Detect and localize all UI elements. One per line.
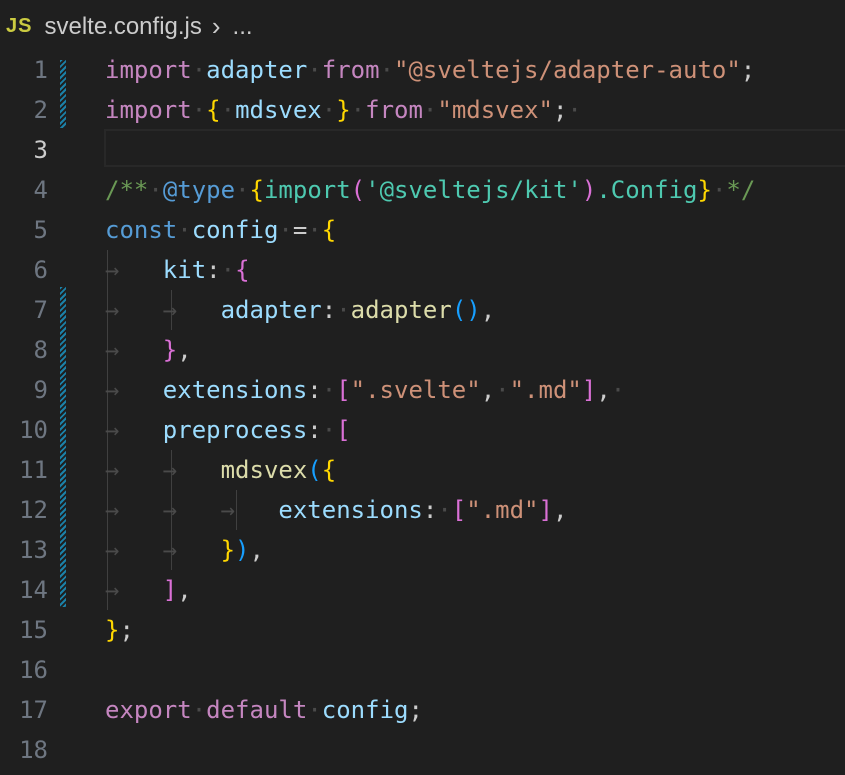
- code-line-active[interactable]: 3: [0, 129, 845, 170]
- code-line[interactable]: 5 const·config·=·{: [0, 210, 845, 250]
- code-line-text[interactable]: const·config·=·{: [105, 210, 336, 250]
- javascript-file-icon: JS: [6, 15, 33, 37]
- code-line[interactable]: 11 → → mdsvex({: [0, 450, 845, 490]
- code-line-text[interactable]: → ],: [105, 570, 192, 610]
- breadcrumb-file-name[interactable]: svelte.config.js: [44, 13, 201, 41]
- code-line[interactable]: 14 → ],: [0, 570, 845, 610]
- code-line-text[interactable]: → → → extensions:·[".md"],: [105, 490, 567, 530]
- line-number: 6: [33, 256, 48, 284]
- code-line-text[interactable]: → extensions:·[".svelte",·".md"],·: [105, 370, 625, 410]
- line-number: 8: [33, 336, 48, 364]
- code-line[interactable]: 8 → },: [0, 330, 845, 370]
- breadcrumb: JS svelte.config.js › ...: [0, 0, 845, 53]
- code-editor[interactable]: 1 import·adapter·from·"@sveltejs/adapter…: [0, 50, 845, 775]
- line-number: 4: [33, 176, 48, 204]
- line-number: 14: [19, 576, 48, 604]
- code-line-text[interactable]: → → }),: [105, 530, 264, 570]
- line-number: 13: [19, 536, 48, 564]
- code-line[interactable]: 15 };: [0, 610, 845, 650]
- code-line-text[interactable]: import·adapter·from·"@sveltejs/adapter-a…: [105, 50, 755, 90]
- line-number: 11: [19, 456, 48, 484]
- code-line-text[interactable]: };: [105, 610, 134, 650]
- line-number: 5: [33, 216, 48, 244]
- line-number: 7: [33, 296, 48, 324]
- chevron-right-icon: ›: [211, 11, 221, 41]
- breadcrumb-more[interactable]: ...: [233, 13, 253, 41]
- code-line-text[interactable]: import·{·mdsvex·}·from·"mdsvex";·: [105, 90, 582, 130]
- code-line-text[interactable]: export·default·config;: [105, 690, 423, 730]
- code-line[interactable]: 4 /**·@type·{import('@sveltejs/kit').Con…: [0, 170, 845, 210]
- code-line-text[interactable]: → → mdsvex({: [105, 450, 336, 490]
- code-line-text[interactable]: → kit:·{: [105, 250, 250, 290]
- code-line[interactable]: 18: [0, 730, 845, 770]
- line-number: 1: [33, 56, 48, 84]
- line-number: 2: [33, 96, 48, 124]
- code-line[interactable]: 12 → → → extensions:·[".md"],: [0, 490, 845, 530]
- code-line[interactable]: 13 → → }),: [0, 530, 845, 570]
- line-number: 15: [19, 616, 48, 644]
- code-line-text[interactable]: → },: [105, 330, 192, 370]
- current-line-highlight: [104, 129, 845, 167]
- code-line[interactable]: 1 import·adapter·from·"@sveltejs/adapter…: [0, 50, 845, 90]
- code-line[interactable]: 16: [0, 650, 845, 690]
- line-number: 9: [33, 376, 48, 404]
- line-number: 18: [19, 736, 48, 764]
- code-line[interactable]: 7 → → adapter:·adapter(),: [0, 290, 845, 330]
- code-line[interactable]: 17 export·default·config;: [0, 690, 845, 730]
- line-number: 16: [19, 656, 48, 684]
- line-number: 10: [19, 416, 48, 444]
- line-number: 17: [19, 696, 48, 724]
- line-number: 12: [19, 496, 48, 524]
- code-line[interactable]: 6 → kit:·{: [0, 250, 845, 290]
- code-line[interactable]: 9 → extensions:·[".svelte",·".md"],·: [0, 370, 845, 410]
- code-line[interactable]: 10 → preprocess:·[: [0, 410, 845, 450]
- code-line-text[interactable]: → → adapter:·adapter(),: [105, 290, 495, 330]
- line-number: 3: [33, 136, 48, 164]
- code-line[interactable]: 2 import·{·mdsvex·}·from·"mdsvex";·: [0, 90, 845, 130]
- code-line-text[interactable]: /**·@type·{import('@sveltejs/kit').Confi…: [105, 170, 755, 210]
- code-line-text[interactable]: → preprocess:·[: [105, 410, 351, 450]
